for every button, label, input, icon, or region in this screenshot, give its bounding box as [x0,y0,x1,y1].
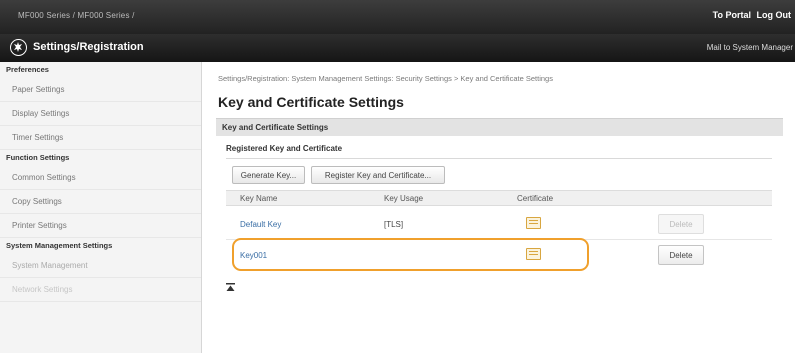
sidebar-item-display-settings[interactable]: Display Settings [0,102,201,126]
column-header-certificate: Certificate [517,194,554,203]
device-model-label: MF000 Series / MF000 Series / [18,11,135,20]
highlight-outline [232,238,589,271]
settings-gear-icon [10,39,27,56]
mail-to-system-manager-link[interactable]: Mail to System Manager [707,43,793,52]
generate-key-button[interactable]: Generate Key... [232,166,305,184]
sidebar-heading-preferences: Preferences [6,65,49,74]
key-usage-value: [TLS] [384,220,404,229]
sidebar-item-copy-settings[interactable]: Copy Settings [0,190,201,214]
breadcrumb: Settings/Registration: System Management… [218,74,553,83]
sidebar-heading-function-settings: Function Settings [6,153,70,162]
sidebar-item-printer-settings[interactable]: Printer Settings [0,214,201,238]
sidebar-item-paper-settings[interactable]: Paper Settings [0,78,201,102]
main-content: Settings/Registration: System Management… [216,62,795,353]
sidebar-item-common-settings[interactable]: Common Settings [0,166,201,190]
table-row: Default Key [TLS] Delete [226,210,772,240]
to-portal-link[interactable]: To Portal [713,10,751,20]
sidebar: Preferences Paper Settings Display Setti… [0,62,202,353]
subsection-title: Registered Key and Certificate [226,144,772,159]
certificate-icon[interactable] [526,217,541,229]
column-header-key-usage: Key Usage [384,194,424,203]
delete-button: Delete [658,214,704,234]
page-title: Key and Certificate Settings [218,94,404,110]
key-name-link[interactable]: Default Key [240,220,281,229]
register-key-and-certificate-button[interactable]: Register Key and Certificate... [311,166,445,184]
section-title: Key and Certificate Settings [216,118,783,136]
back-to-top-icon[interactable] [226,283,235,292]
page-header-title: Settings/Registration [33,41,144,53]
sidebar-item-system-management[interactable]: System Management [0,254,201,278]
sidebar-item-network-settings[interactable]: Network Settings [0,278,201,302]
top-bar: MF000 Series / MF000 Series / To Portal … [0,0,795,34]
log-out-link[interactable]: Log Out [757,10,792,20]
delete-button[interactable]: Delete [658,245,704,265]
sidebar-item-timer-settings[interactable]: Timer Settings [0,126,201,150]
title-bar: Settings/Registration Mail to System Man… [0,34,795,62]
table-header: Key Name Key Usage Certificate [226,190,772,206]
column-header-key-name: Key Name [240,194,278,203]
sidebar-heading-system-management-settings: System Management Settings [6,241,113,250]
